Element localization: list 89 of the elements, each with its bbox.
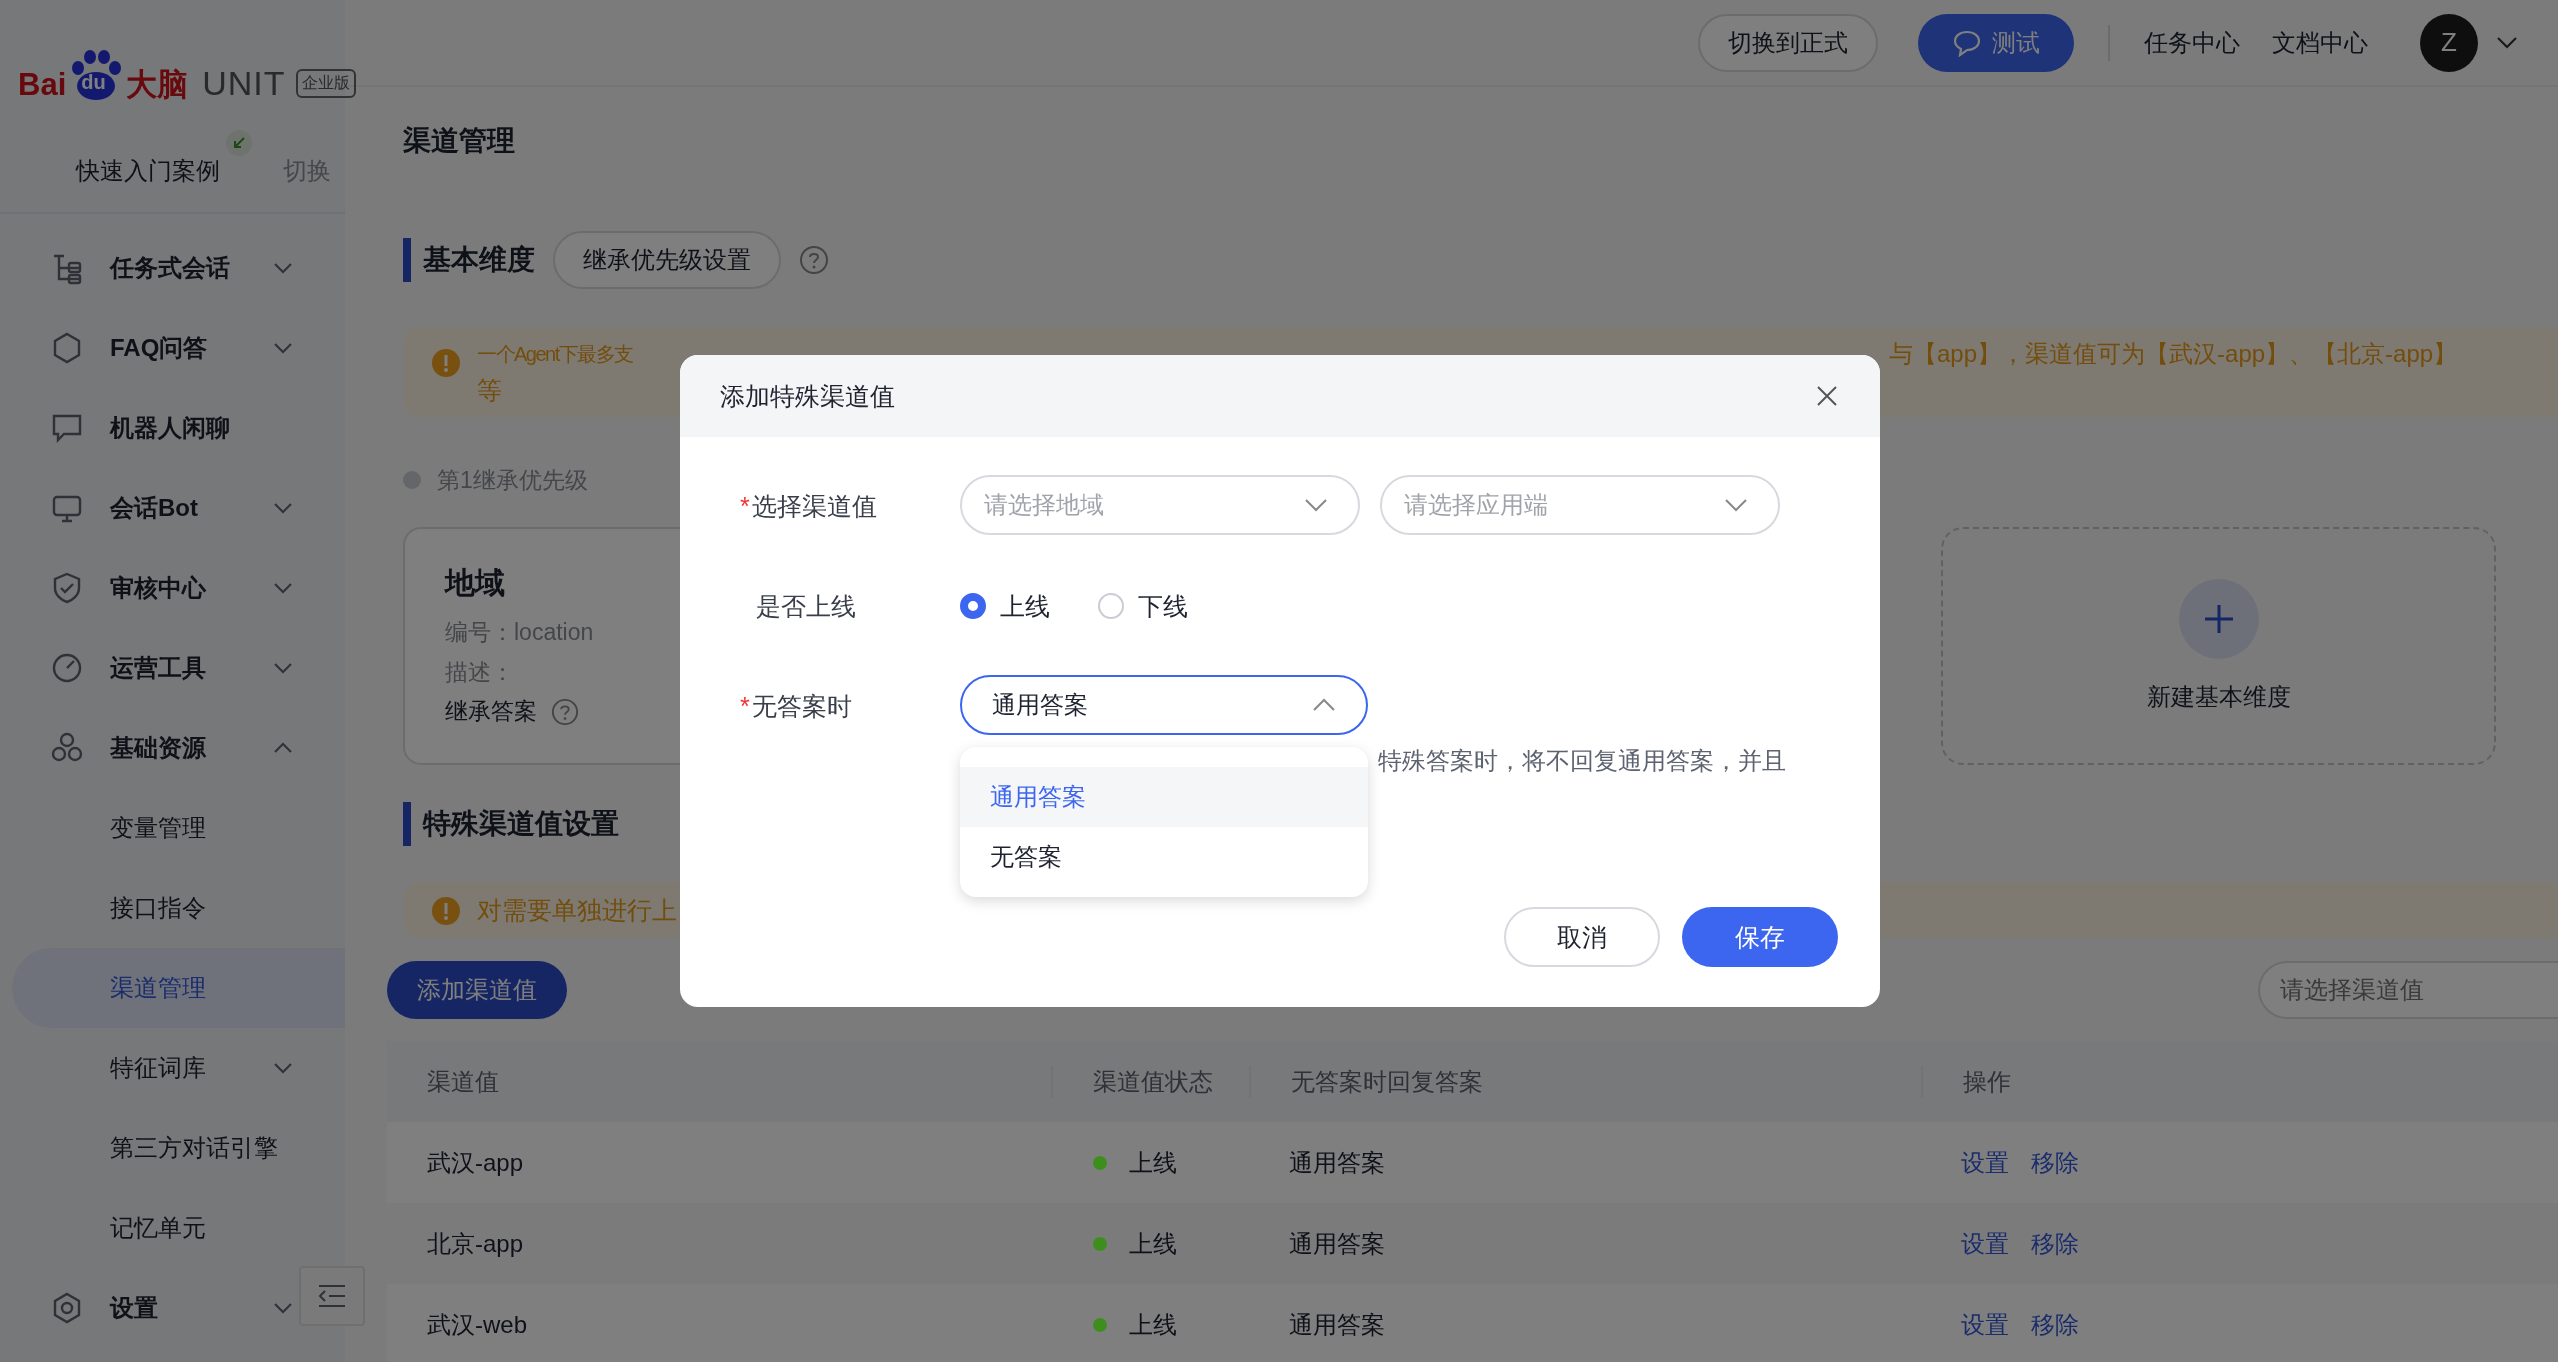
collapse-icon xyxy=(317,1283,347,1309)
radio-option[interactable]: 上线 xyxy=(960,575,1050,637)
menu-item[interactable]: FAQ问答 xyxy=(0,308,345,388)
chevron-down-icon xyxy=(1304,498,1328,512)
section-bar xyxy=(403,238,411,282)
card-field: 编号：location xyxy=(445,612,594,652)
plus-icon xyxy=(2178,579,2259,659)
action-link[interactable]: 移除 xyxy=(2031,1308,2079,1341)
table-cell-text: 武汉-app xyxy=(426,1147,525,1178)
menu-item[interactable]: 基础资源 xyxy=(0,708,345,788)
close-icon[interactable] xyxy=(1816,385,1838,407)
page-title: 渠道管理 xyxy=(403,124,516,158)
required-mark: * xyxy=(740,692,750,720)
section-title: 特殊渠道值设置 xyxy=(423,807,619,841)
logo-text: 大脑 xyxy=(126,69,189,100)
menu-item[interactable]: 审核中心 xyxy=(0,548,345,628)
action-link[interactable]: 设置 xyxy=(1961,1227,2009,1260)
priority-settings-button[interactable]: 继承优先级设置 xyxy=(553,231,781,289)
form-label: 选择渠道值 xyxy=(751,492,877,520)
radio-option[interactable]: 下线 xyxy=(1098,575,1188,637)
header-link[interactable]: 文档中心 xyxy=(2272,26,2368,59)
required-mark: * xyxy=(740,492,750,520)
alert-text: 一个Agent下最多支 xyxy=(477,342,633,367)
chevron-up-icon xyxy=(1312,698,1336,712)
table-cell-text: 通用答案 xyxy=(1288,1147,1386,1178)
form-label: 无答案时 xyxy=(751,692,852,720)
section-bar xyxy=(403,802,411,846)
menu-item[interactable]: 机器人闲聊 xyxy=(0,388,345,468)
arrow-badge-icon xyxy=(226,130,252,156)
card-title: 地域 xyxy=(445,565,505,601)
chevron-down-icon xyxy=(1724,498,1748,512)
new-dimension-label: 新建基本维度 xyxy=(2146,682,2291,712)
table-cell-text: 通用答案 xyxy=(1288,1309,1386,1340)
alert-text: 与【app】，渠道值可为【武汉-app】、【北京-app】 xyxy=(1889,339,2458,369)
menu-item[interactable]: 任务式会话 xyxy=(0,228,345,308)
action-link[interactable]: 设置 xyxy=(1961,1308,2009,1341)
warning-icon xyxy=(431,348,461,378)
avatar[interactable]: Z xyxy=(2420,13,2478,72)
add-channel-button[interactable]: 添加渠道值 xyxy=(387,961,567,1019)
select-field[interactable]: 通用答案 xyxy=(960,675,1368,735)
menu-item[interactable]: 会话Bot xyxy=(0,468,345,548)
alert-text: 等 xyxy=(477,375,502,406)
submenu-item[interactable]: 第三方对话引擎 xyxy=(0,1108,345,1188)
table-cell-text: 武汉-web xyxy=(426,1309,529,1340)
gauge-icon xyxy=(50,651,84,685)
section-title: 基本维度 xyxy=(423,243,535,277)
table-cell-text: 通用答案 xyxy=(1288,1228,1386,1259)
help-icon[interactable] xyxy=(799,245,829,275)
logo-text: Bai xyxy=(18,69,67,100)
card-field: 描述： xyxy=(445,652,514,692)
search-field[interactable]: 请选择渠道值 xyxy=(2258,961,2558,1019)
inherit-label: 继承答案 xyxy=(445,697,537,726)
header-button[interactable]: 测试 xyxy=(1918,13,2074,72)
new-dimension-card[interactable]: 新建基本维度 xyxy=(1941,527,2496,765)
dialog-title: 添加特殊渠道值 xyxy=(720,380,895,412)
submenu-item[interactable]: 渠道管理 xyxy=(12,948,345,1028)
dropdown-option[interactable]: 通用答案 xyxy=(960,767,1368,827)
column-header: 无答案时回复答案 xyxy=(1249,1065,1921,1098)
submenu-item[interactable]: 接口指令 xyxy=(0,868,345,948)
product-name: UNIT xyxy=(202,66,286,100)
action-link[interactable]: 移除 xyxy=(2031,1146,2079,1179)
chat-icon xyxy=(1952,28,1982,57)
column-header: 渠道值状态 xyxy=(1051,1065,1249,1098)
form-label: 是否上线 xyxy=(756,592,856,620)
status-text: 上线 xyxy=(1129,1147,1177,1178)
submenu-item[interactable]: 变量管理 xyxy=(0,788,345,868)
submenu-item[interactable]: 特征词库 xyxy=(0,1028,345,1108)
status-text: 上线 xyxy=(1129,1309,1177,1340)
action-link[interactable]: 设置 xyxy=(1961,1146,2009,1179)
warning-icon xyxy=(431,896,461,926)
column-header: 操作 xyxy=(1921,1065,2558,1098)
quick-start-link[interactable]: 快速入门案例 xyxy=(76,155,220,187)
menu-item[interactable]: 运营工具 xyxy=(0,628,345,708)
dialog-button[interactable]: 保存 xyxy=(1682,907,1838,967)
select-field[interactable]: 请选择地域 xyxy=(960,475,1360,535)
hint-text: 特殊答案时，将不回复通用答案，并且 xyxy=(1378,746,1787,776)
help-icon[interactable] xyxy=(551,697,579,726)
action-link[interactable]: 移除 xyxy=(2031,1227,2079,1260)
dialog-button[interactable]: 取消 xyxy=(1504,907,1660,967)
header-link[interactable]: 任务中心 xyxy=(2144,26,2240,59)
collapse-sidebar-button[interactable] xyxy=(299,1266,365,1326)
table-cell-text: 北京-app xyxy=(426,1228,525,1259)
select-field[interactable]: 请选择应用端 xyxy=(1380,475,1780,535)
alert-text: 对需要单独进行上 xyxy=(477,895,677,926)
dropdown-option[interactable]: 无答案 xyxy=(960,827,1368,887)
header-button[interactable]: 切换到正式 xyxy=(1698,13,1878,72)
status-text: 上线 xyxy=(1129,1228,1177,1259)
column-header: 渠道值 xyxy=(426,1066,500,1097)
chevron-down-icon[interactable] xyxy=(2496,36,2518,49)
